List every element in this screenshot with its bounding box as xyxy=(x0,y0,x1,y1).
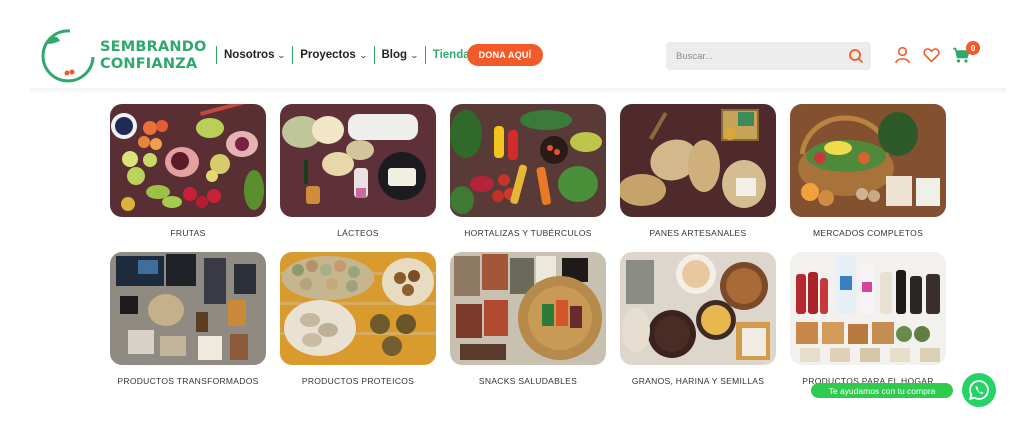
chevron-down-icon: ⌄ xyxy=(277,50,287,60)
brand-logo[interactable]: SEMBRANDO CONFIANZA xyxy=(40,27,206,83)
category-label: SNACKS SALUDABLES xyxy=(478,376,578,386)
category-image-mercados xyxy=(790,104,946,217)
category-card-transformados[interactable]: PRODUCTOS TRANSFORMADOS xyxy=(110,252,266,386)
nav-item-blog[interactable]: Blog ⌄ xyxy=(373,46,425,64)
category-label: HORTALIZAS Y TUBÉRCULOS xyxy=(464,228,592,238)
site-header: SEMBRANDO CONFIANZA Nosotros ⌄ Proyectos ⌄… xyxy=(0,0,1030,92)
search-input[interactable] xyxy=(676,47,836,65)
category-card-proteicos[interactable]: PRODUCTOS PROTEICOS xyxy=(280,252,436,386)
search-icon[interactable] xyxy=(847,47,865,65)
category-card-hortalizas[interactable]: HORTALIZAS Y TUBÉRCULOS xyxy=(450,104,606,238)
nav-item-label: Nosotros xyxy=(224,49,275,61)
nav-item-label: Tienda xyxy=(432,49,470,61)
category-card-frutas[interactable]: FRUTAS xyxy=(110,104,266,238)
category-card-lacteos[interactable]: LÁCTEOS xyxy=(280,104,436,238)
header-shadow xyxy=(30,88,1006,94)
main-nav: Nosotros⌄ Proyectos⌄ Blog⌄ Tienda⌄ xyxy=(216,44,487,66)
nav-item-label: Proyectos xyxy=(300,49,356,61)
nav-item-nosotros[interactable]: Nosotros ⌄ xyxy=(216,46,292,64)
category-label: PANES ARTESANALES xyxy=(649,228,747,238)
category-card-snacks[interactable]: SNACKS SALUDABLES xyxy=(450,252,606,386)
category-image-hortalizas xyxy=(450,104,606,217)
category-image-proteicos xyxy=(280,252,436,365)
chevron-down-icon: ⌄ xyxy=(358,50,368,60)
category-label: PRODUCTOS TRANSFORMADOS xyxy=(117,376,259,386)
category-card-granos[interactable]: GRANOS, HARINA Y SEMILLAS xyxy=(620,252,776,386)
nav-item-label: Blog xyxy=(381,49,408,61)
brand-name: SEMBRANDO CONFIANZA xyxy=(100,39,207,73)
category-label: FRUTAS xyxy=(170,228,206,238)
category-label: LÁCTEOS xyxy=(337,228,379,238)
category-image-panes xyxy=(620,104,776,217)
category-image-transformados xyxy=(110,252,266,365)
category-card-panes[interactable]: PANES ARTESANALES xyxy=(620,104,776,238)
category-image-granos xyxy=(620,252,776,365)
donate-button[interactable]: DONA AQUÍ xyxy=(467,44,543,66)
whatsapp-help-bubble[interactable]: Te ayudamos con tu compra xyxy=(811,383,953,398)
category-label: GRANOS, HARINA Y SEMILLAS xyxy=(631,376,765,386)
search-bar xyxy=(666,42,871,70)
cart-count-badge: 0 xyxy=(966,41,980,55)
category-image-hogar xyxy=(790,252,946,365)
logo-mark-icon xyxy=(41,29,95,83)
nav-item-proyectos[interactable]: Proyectos ⌄ xyxy=(292,46,373,64)
category-card-mercados[interactable]: MERCADOS COMPLETOS xyxy=(790,104,946,238)
category-image-snacks xyxy=(450,252,606,365)
whatsapp-button[interactable] xyxy=(962,373,996,407)
brand-name-line2: CONFIANZA xyxy=(100,56,198,72)
category-card-hogar[interactable]: PRODUCTOS PARA EL HOGAR xyxy=(790,252,946,386)
brand-name-line1: SEMBRANDO xyxy=(100,39,207,55)
chevron-down-icon: ⌄ xyxy=(410,50,419,60)
category-label: MERCADOS COMPLETOS xyxy=(812,228,924,238)
category-label: PRODUCTOS PROTEICOS xyxy=(301,376,415,386)
whatsapp-icon xyxy=(968,380,989,401)
heart-icon[interactable] xyxy=(923,47,940,63)
category-image-lacteos xyxy=(280,104,436,217)
category-image-frutas xyxy=(110,104,266,217)
user-icon[interactable] xyxy=(894,46,911,64)
